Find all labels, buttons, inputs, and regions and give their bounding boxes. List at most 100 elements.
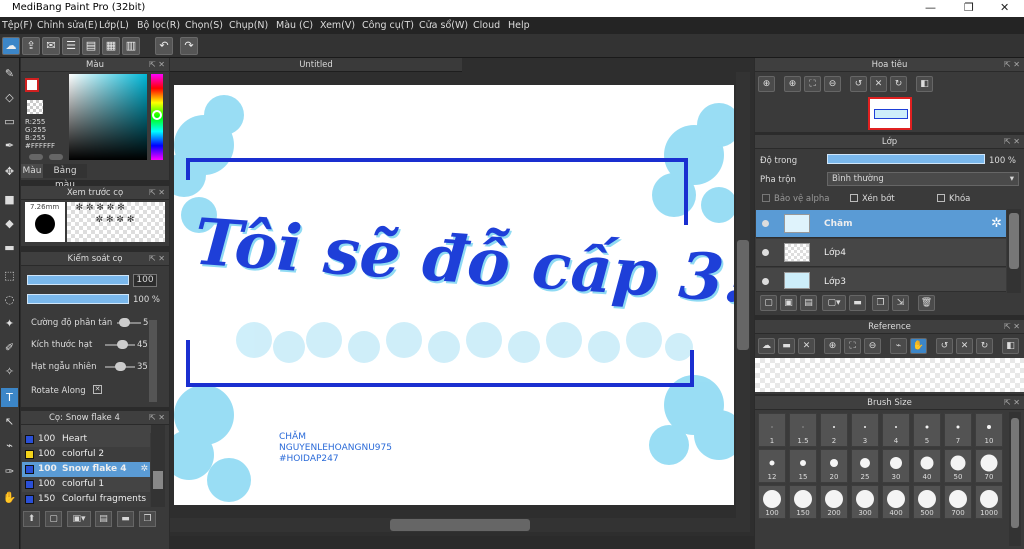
brush-size-option[interactable]: 12 — [758, 449, 786, 483]
tab-palette[interactable]: Bảng màu — [43, 164, 87, 190]
panel-options-icon[interactable]: ⇱ ✕ — [1004, 320, 1020, 334]
brush-size-option[interactable]: 20 — [820, 449, 848, 483]
select-eraser-tool-icon[interactable]: ✧ — [1, 362, 18, 381]
protect-alpha-checkbox[interactable] — [762, 194, 770, 202]
visibility-icon[interactable] — [762, 249, 769, 256]
saturation-picker[interactable] — [69, 74, 147, 160]
dropper-tool-icon[interactable]: ✑ — [1, 462, 18, 481]
operation-tool-icon[interactable]: ↖ — [1, 412, 18, 431]
layer-row[interactable]: Lớp3 — [756, 268, 1006, 292]
brush-item[interactable]: 100 colorful 2 — [22, 447, 150, 462]
brush-size-option[interactable]: 500 — [913, 485, 941, 519]
nav-zoom-icon[interactable]: ⊕ — [758, 76, 775, 92]
layer-scroll-thumb[interactable] — [1009, 213, 1019, 269]
brush-import-icon[interactable]: ▣▾ — [67, 511, 91, 527]
merge-layer-icon[interactable]: ⇲ — [892, 295, 909, 311]
brush-size-option[interactable]: 3 — [851, 413, 879, 447]
minimize-icon[interactable]: — — [925, 1, 936, 14]
brush-size-option[interactable]: 10 — [975, 413, 1003, 447]
brush-tool-icon[interactable]: ✎ — [1, 64, 18, 83]
brush-size-option[interactable]: 200 — [820, 485, 848, 519]
menu-file[interactable]: Tệp(F) — [2, 20, 33, 31]
brush-control-scrollbar[interactable] — [149, 320, 157, 402]
gradient-tool-icon[interactable]: ▬ — [1, 238, 18, 257]
brush-size-bar[interactable] — [27, 275, 129, 285]
horizontal-scroll-thumb[interactable] — [390, 519, 530, 531]
lasso-tool-icon[interactable]: ◌ — [1, 290, 18, 309]
pen-tool-icon[interactable]: ✒ — [1, 136, 18, 155]
ref-flip-icon[interactable]: ◧ — [1002, 338, 1019, 354]
nav-zoom-in-icon[interactable]: ⊕ — [784, 76, 801, 92]
ref-open-icon[interactable]: ▬ — [778, 338, 795, 354]
new-halftone-layer-icon[interactable]: ▣ — [780, 295, 797, 311]
select-tool-icon[interactable]: ⬚ — [1, 266, 18, 285]
new-8bit-layer-icon[interactable]: ▤ — [800, 295, 817, 311]
brush-properties-icon[interactable]: ▤ — [95, 511, 112, 527]
lock-checkbox[interactable] — [937, 194, 945, 202]
cloud-icon[interactable]: ☁ — [2, 37, 20, 55]
hue-slider-knob[interactable] — [152, 110, 162, 120]
layer-folder-icon[interactable]: ▬ — [849, 295, 866, 311]
brush-size-option[interactable]: 50 — [944, 449, 972, 483]
reference-view[interactable] — [755, 358, 1024, 392]
scatter-slider-knob[interactable] — [119, 318, 130, 327]
brush-size-option[interactable]: 7 — [944, 413, 972, 447]
ref-hand-icon[interactable]: ✋ — [910, 338, 927, 354]
ref-eyedropper-icon[interactable]: ⌁ — [890, 338, 907, 354]
brush-add-icon[interactable]: ⬆ — [23, 511, 40, 527]
ref-close-icon[interactable]: ✕ — [798, 338, 815, 354]
vertical-scroll-thumb[interactable] — [737, 240, 749, 350]
brush-size-option[interactable]: 2 — [820, 413, 848, 447]
magic-wand-tool-icon[interactable]: ✦ — [1, 314, 18, 333]
brush-size-option[interactable]: 1.5 — [789, 413, 817, 447]
panel-options-icon[interactable]: ⇱ ✕ — [149, 58, 165, 72]
layout-icon[interactable]: ▦ — [102, 37, 120, 55]
layer-row[interactable]: Lớp4 — [756, 239, 1006, 267]
color-mode-toggle[interactable] — [29, 154, 43, 160]
comment-icon[interactable]: ✉ — [42, 37, 60, 55]
brush-new-icon[interactable]: ▢ — [45, 511, 62, 527]
document-icon[interactable]: ▤ — [82, 37, 100, 55]
ref-zoom-out-icon[interactable]: ⊖ — [864, 338, 881, 354]
text-tool-icon[interactable]: T — [1, 388, 18, 407]
brush-size-value[interactable]: 100 — [133, 274, 157, 287]
select-pen-tool-icon[interactable]: ✐ — [1, 338, 18, 357]
particle-size-knob[interactable] — [117, 340, 128, 349]
document-tab[interactable]: Untitled — [170, 58, 462, 72]
nav-zoom-out-icon[interactable]: ⊖ — [824, 76, 841, 92]
layer-blend-select[interactable]: Bình thường ▾ — [827, 172, 1019, 186]
visibility-icon[interactable] — [762, 220, 769, 227]
tab-color[interactable]: Màu — [21, 164, 43, 178]
menu-tools[interactable]: Công cụ(T) — [362, 20, 414, 31]
ref-cloud-icon[interactable]: ☁ — [758, 338, 775, 354]
brush-size-option[interactable]: 5 — [913, 413, 941, 447]
menu-select[interactable]: Chọn(S) — [185, 20, 223, 31]
nav-rotate-right-icon[interactable]: ↻ — [890, 76, 907, 92]
visibility-icon[interactable] — [762, 278, 769, 285]
drawing-canvas[interactable]: Tôi sẽ đỗ cấp 3!! CHĂM NGUYENLEHOANGNU97… — [174, 85, 734, 505]
rectangle-tool-icon[interactable]: ▭ — [1, 112, 18, 131]
brush-folder-icon[interactable]: ▬ — [117, 511, 134, 527]
brush-size-option[interactable]: 300 — [851, 485, 879, 519]
brush-size-option[interactable]: 40 — [913, 449, 941, 483]
eraser-tool-icon[interactable]: ◇ — [1, 88, 18, 107]
delete-layer-icon[interactable]: 🗑 — [918, 295, 935, 311]
chat-icon[interactable]: ☰ — [62, 37, 80, 55]
brush-size-option[interactable]: 30 — [882, 449, 910, 483]
layer-opacity-bar[interactable] — [827, 154, 985, 164]
nav-flip-icon[interactable]: ◧ — [916, 76, 933, 92]
ref-fit-icon[interactable]: ⛶ — [844, 338, 861, 354]
fill-rect-tool-icon[interactable]: ■ — [1, 190, 18, 209]
layer-row-selected[interactable]: Chăm ✲ — [756, 210, 1006, 238]
transparent-color-swatch[interactable] — [27, 100, 43, 114]
clipping-checkbox[interactable] — [850, 194, 858, 202]
brush-item[interactable]: 150 Colorful fragments — [22, 492, 150, 507]
panel-options-icon[interactable]: ⇱ ✕ — [149, 411, 165, 425]
nav-fit-icon[interactable]: ⛶ — [804, 76, 821, 92]
brush-item[interactable]: 100 colorful 1 — [22, 477, 150, 492]
undo-icon[interactable]: ↶ — [155, 37, 173, 55]
ref-rotate-left-icon[interactable]: ↺ — [936, 338, 953, 354]
menu-filter[interactable]: Bộ lọc(R) — [137, 20, 180, 31]
redo-icon[interactable]: ↷ — [180, 37, 198, 55]
panel-options-icon[interactable]: ⇱ ✕ — [149, 252, 165, 266]
